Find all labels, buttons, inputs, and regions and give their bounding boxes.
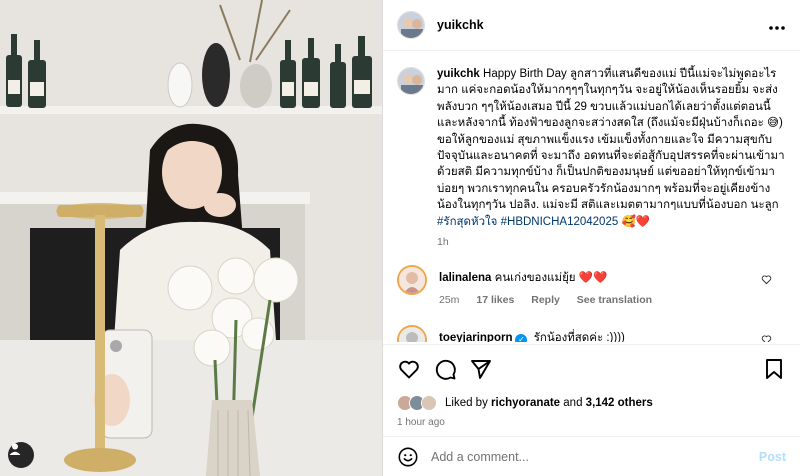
post-photo[interactable] — [0, 0, 382, 476]
comment-input[interactable] — [431, 449, 759, 464]
post-header: yuikchk — [383, 0, 800, 51]
hashtag-link[interactable]: #รักสุดหัวใจ — [437, 216, 497, 228]
caption-author[interactable]: yuikchk — [437, 68, 480, 80]
see-translation-button[interactable]: See translation — [577, 294, 652, 306]
post-comment-button[interactable]: Post — [759, 450, 786, 464]
paper-plane-icon[interactable] — [469, 357, 493, 381]
comment-timestamp[interactable]: 25m — [439, 294, 459, 306]
comments-list[interactable]: yuikchk Happy Birth Day ลูกสาวที่แสนดีขอ… — [383, 52, 800, 342]
person-icon — [9, 443, 21, 455]
instagram-post-modal: yuikchk yuikchk Happy Birth Day ลูกสาวที… — [0, 0, 800, 476]
likes-summary: Liked by richyoranate and 3,142 others — [397, 395, 786, 411]
caption-emojis: 🥰❤️ — [621, 215, 651, 228]
post-side-panel: yuikchk yuikchk Happy Birth Day ลูกสาวที… — [382, 0, 800, 476]
caption-body: Happy Birth Day ลูกสาวที่แสนดีของแม่ ปีน… — [437, 68, 785, 212]
liked-by-others[interactable]: 3,142 others — [586, 397, 653, 409]
commenter-avatar[interactable] — [397, 265, 427, 296]
more-options-button[interactable] — [768, 20, 786, 31]
comment-icon[interactable] — [433, 357, 457, 381]
comment-emoji: ❤️❤️ — [578, 272, 608, 285]
action-icons-row — [397, 357, 786, 381]
heart-outline-icon — [761, 275, 772, 285]
comment-item: lalinalena คนเก่งของแม่ยุ้ย ❤️❤️ 25m 17 … — [397, 264, 786, 308]
liked-by-connector: and — [563, 397, 583, 409]
comment-like-button[interactable] — [761, 334, 772, 342]
liked-by-prefix: Liked by — [445, 397, 488, 409]
comment-text: รักน้องที่สุดค่ะ :)))) — [533, 332, 625, 342]
comment-likes-count[interactable]: 17 likes — [476, 294, 514, 306]
comment-composer: Post — [383, 436, 800, 476]
photo-illustration — [0, 0, 382, 476]
caption: yuikchk Happy Birth Day ลูกสาวที่แสนดีขอ… — [397, 66, 786, 248]
comment-username[interactable]: lalinalena — [439, 272, 491, 284]
hashtag-link[interactable]: #HBDNICHA12042025 — [501, 216, 619, 228]
comment-like-button[interactable] — [761, 274, 772, 288]
comment-text: คนเก่งของแม่ยุ้ย — [494, 272, 576, 285]
post-timestamp[interactable]: 1 hour ago — [397, 417, 786, 428]
heart-outline-icon — [761, 335, 772, 342]
user-tag-button[interactable] — [8, 442, 34, 468]
post-actions: Liked by richyoranate and 3,142 others 1… — [383, 344, 800, 428]
heart-icon[interactable] — [397, 357, 421, 381]
caption-timestamp[interactable]: 1h — [437, 236, 449, 248]
liker-avatars[interactable] — [397, 395, 437, 411]
caption-author-avatar[interactable] — [397, 67, 425, 95]
comment-username[interactable]: toeyjarinporn — [439, 332, 512, 342]
bookmark-icon[interactable] — [762, 357, 786, 381]
liked-by-user[interactable]: richyoranate — [491, 397, 560, 409]
reply-button[interactable]: Reply — [531, 294, 560, 306]
caption-text: yuikchk Happy Birth Day ลูกสาวที่แสนดีขอ… — [437, 66, 786, 230]
comment-item: toeyjarinporn ✓ รักน้องที่สุดค่ะ :)))) — [397, 324, 786, 342]
emoji-icon[interactable] — [397, 446, 419, 468]
commenter-avatar[interactable] — [397, 325, 427, 342]
author-avatar[interactable] — [397, 11, 425, 39]
more-horizontal-icon — [769, 25, 785, 30]
author-username[interactable]: yuikchk — [437, 18, 768, 32]
verified-badge: ✓ — [515, 334, 528, 342]
